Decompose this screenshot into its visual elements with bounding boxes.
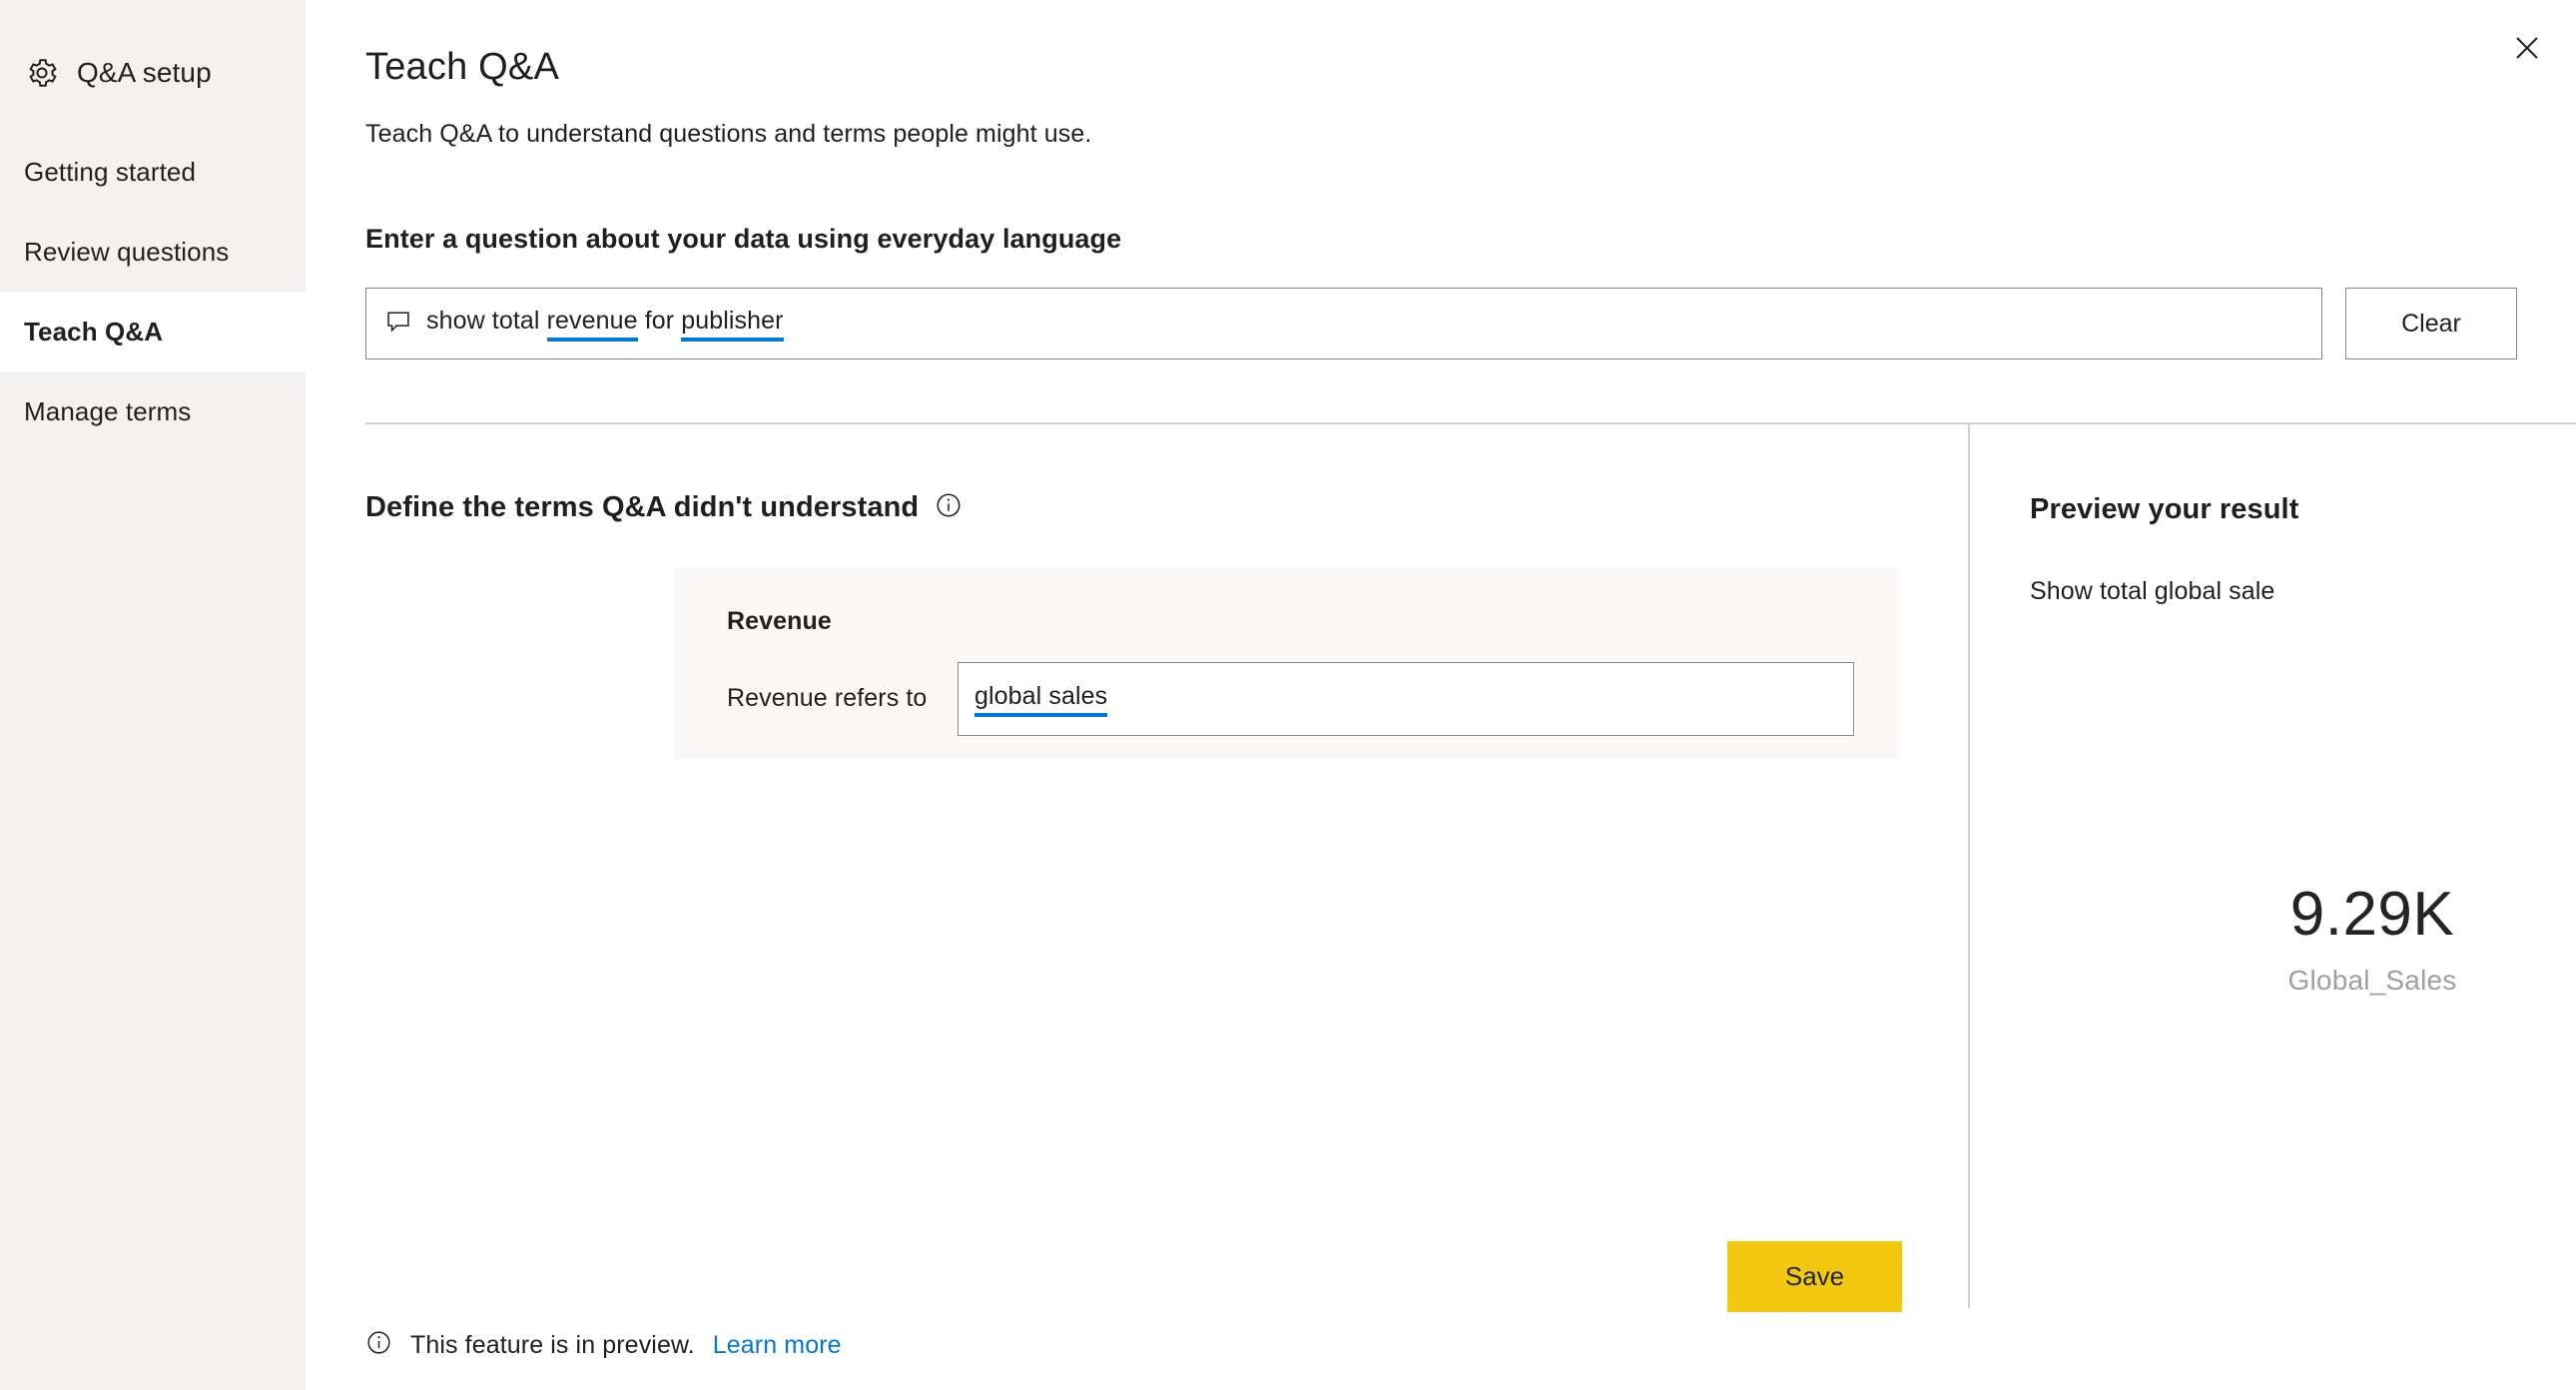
close-icon	[2512, 33, 2542, 66]
info-icon	[365, 1329, 392, 1361]
sidebar: Q&A setup Getting started Review questio…	[0, 0, 306, 1390]
sidebar-item-label: Teach Q&A	[24, 316, 164, 347]
page-subtitle: Teach Q&A to understand questions and te…	[365, 120, 1092, 148]
vertical-divider	[1968, 423, 1970, 1308]
sidebar-nav: Getting started Review questions Teach Q…	[0, 132, 306, 451]
sidebar-item-getting-started[interactable]: Getting started	[0, 132, 306, 212]
kpi-label: Global_Sales	[2287, 965, 2457, 996]
chat-bubble-icon	[384, 308, 412, 341]
define-terms-title: Define the terms Q&A didn't understand	[365, 491, 920, 523]
term-refers-label: Revenue refers to	[727, 684, 928, 712]
learn-more-link[interactable]: Learn more	[713, 1331, 842, 1360]
define-terms-header: Define the terms Q&A didn't understand	[365, 491, 963, 524]
term-definition-input[interactable]: global sales	[958, 662, 1854, 736]
horizontal-divider	[365, 422, 2576, 424]
question-row: show total revenue for publisher Clear	[365, 288, 2576, 359]
sidebar-item-manage-terms[interactable]: Manage terms	[0, 371, 306, 451]
question-section-label: Enter a question about your data using e…	[365, 224, 1122, 254]
qa-setup-dialog: Q&A setup Getting started Review questio…	[0, 0, 2576, 1390]
term-definition-value: global sales	[974, 681, 1108, 717]
question-input[interactable]: show total revenue for publisher	[365, 288, 2322, 359]
sidebar-item-label: Review questions	[24, 236, 230, 267]
question-text: show total revenue for publisher	[426, 307, 784, 342]
question-term-revenue[interactable]: revenue	[546, 307, 638, 342]
preview-notice: This feature is in preview. Learn more	[365, 1329, 842, 1361]
main-content: Teach Q&A Teach Q&A to understand questi…	[306, 0, 2576, 1390]
preview-title: Preview your result	[2030, 493, 2299, 525]
save-button[interactable]: Save	[1727, 1241, 1902, 1312]
info-icon[interactable]	[935, 491, 963, 524]
preview-kpi-card: 9.29K Global_Sales	[1983, 879, 2576, 997]
sidebar-item-review-questions[interactable]: Review questions	[0, 212, 306, 292]
term-name: Revenue	[727, 607, 832, 635]
kpi-value: 9.29K	[2289, 880, 2455, 949]
question-part-plain-2: for	[637, 306, 682, 335]
clear-button[interactable]: Clear	[2345, 288, 2517, 359]
close-button[interactable]	[2500, 22, 2554, 76]
question-part-plain-1: show total	[426, 306, 547, 335]
term-definition-card: Revenue Revenue refers to global sales	[675, 567, 1899, 759]
preview-question: Show total global sale	[2030, 577, 2275, 605]
sidebar-item-label: Manage terms	[24, 395, 192, 426]
preview-notice-text: This feature is in preview.	[410, 1330, 695, 1359]
sidebar-item-teach-qa[interactable]: Teach Q&A	[0, 292, 306, 371]
sidebar-header: Q&A setup	[0, 0, 306, 96]
question-term-publisher[interactable]: publisher	[681, 307, 784, 342]
sidebar-title: Q&A setup	[77, 57, 212, 88]
gear-icon	[25, 56, 59, 90]
sidebar-item-label: Getting started	[24, 156, 197, 187]
page-title: Teach Q&A	[365, 46, 560, 88]
